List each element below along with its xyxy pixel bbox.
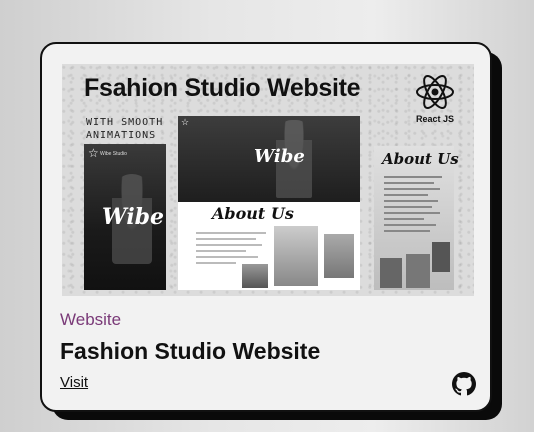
project-thumbnail[interactable]: Fsahion Studio Website WITH SMOOTH ANIMA… — [62, 64, 474, 296]
text-placeholder — [196, 232, 268, 268]
mobile-preview-left: ☆ Wibe Studio Wibe — [84, 144, 166, 290]
visit-link[interactable]: Visit — [60, 374, 88, 391]
model-photo — [324, 234, 354, 278]
desktop-preview: ☆ Wibe About Us — [178, 116, 360, 290]
about-heading: About Us — [382, 150, 459, 168]
github-icon[interactable] — [452, 372, 476, 396]
react-label: React JS — [416, 114, 455, 124]
thumbnail-subheading: WITH SMOOTH ANIMATIONS — [86, 116, 163, 142]
thumbnail-heading: Fsahion Studio Website — [84, 74, 361, 102]
wibe-logo: Wibe — [254, 146, 305, 167]
model-photo — [380, 258, 402, 288]
model-photo — [274, 226, 318, 286]
star-icon: ☆ — [181, 117, 190, 127]
subheading-line-1: WITH SMOOTH — [86, 117, 164, 128]
brand-small: Wibe Studio — [100, 151, 127, 157]
subheading-line-2: ANIMATIONS — [86, 130, 157, 141]
model-photo — [406, 254, 430, 288]
about-heading: About Us — [212, 204, 294, 223]
wibe-logo: Wibe — [102, 204, 165, 230]
model-photo — [432, 242, 450, 272]
project-title: Fashion Studio Website — [60, 338, 321, 364]
desktop-hero: ☆ Wibe — [178, 116, 360, 202]
star-icon: ☆ — [88, 146, 99, 160]
model-photo — [242, 264, 268, 288]
react-icon — [416, 75, 454, 109]
project-card: Fsahion Studio Website WITH SMOOTH ANIMA… — [40, 42, 492, 412]
text-placeholder — [384, 176, 444, 236]
mobile-preview-right: About Us — [374, 146, 459, 290]
project-category: Website — [60, 310, 122, 329]
